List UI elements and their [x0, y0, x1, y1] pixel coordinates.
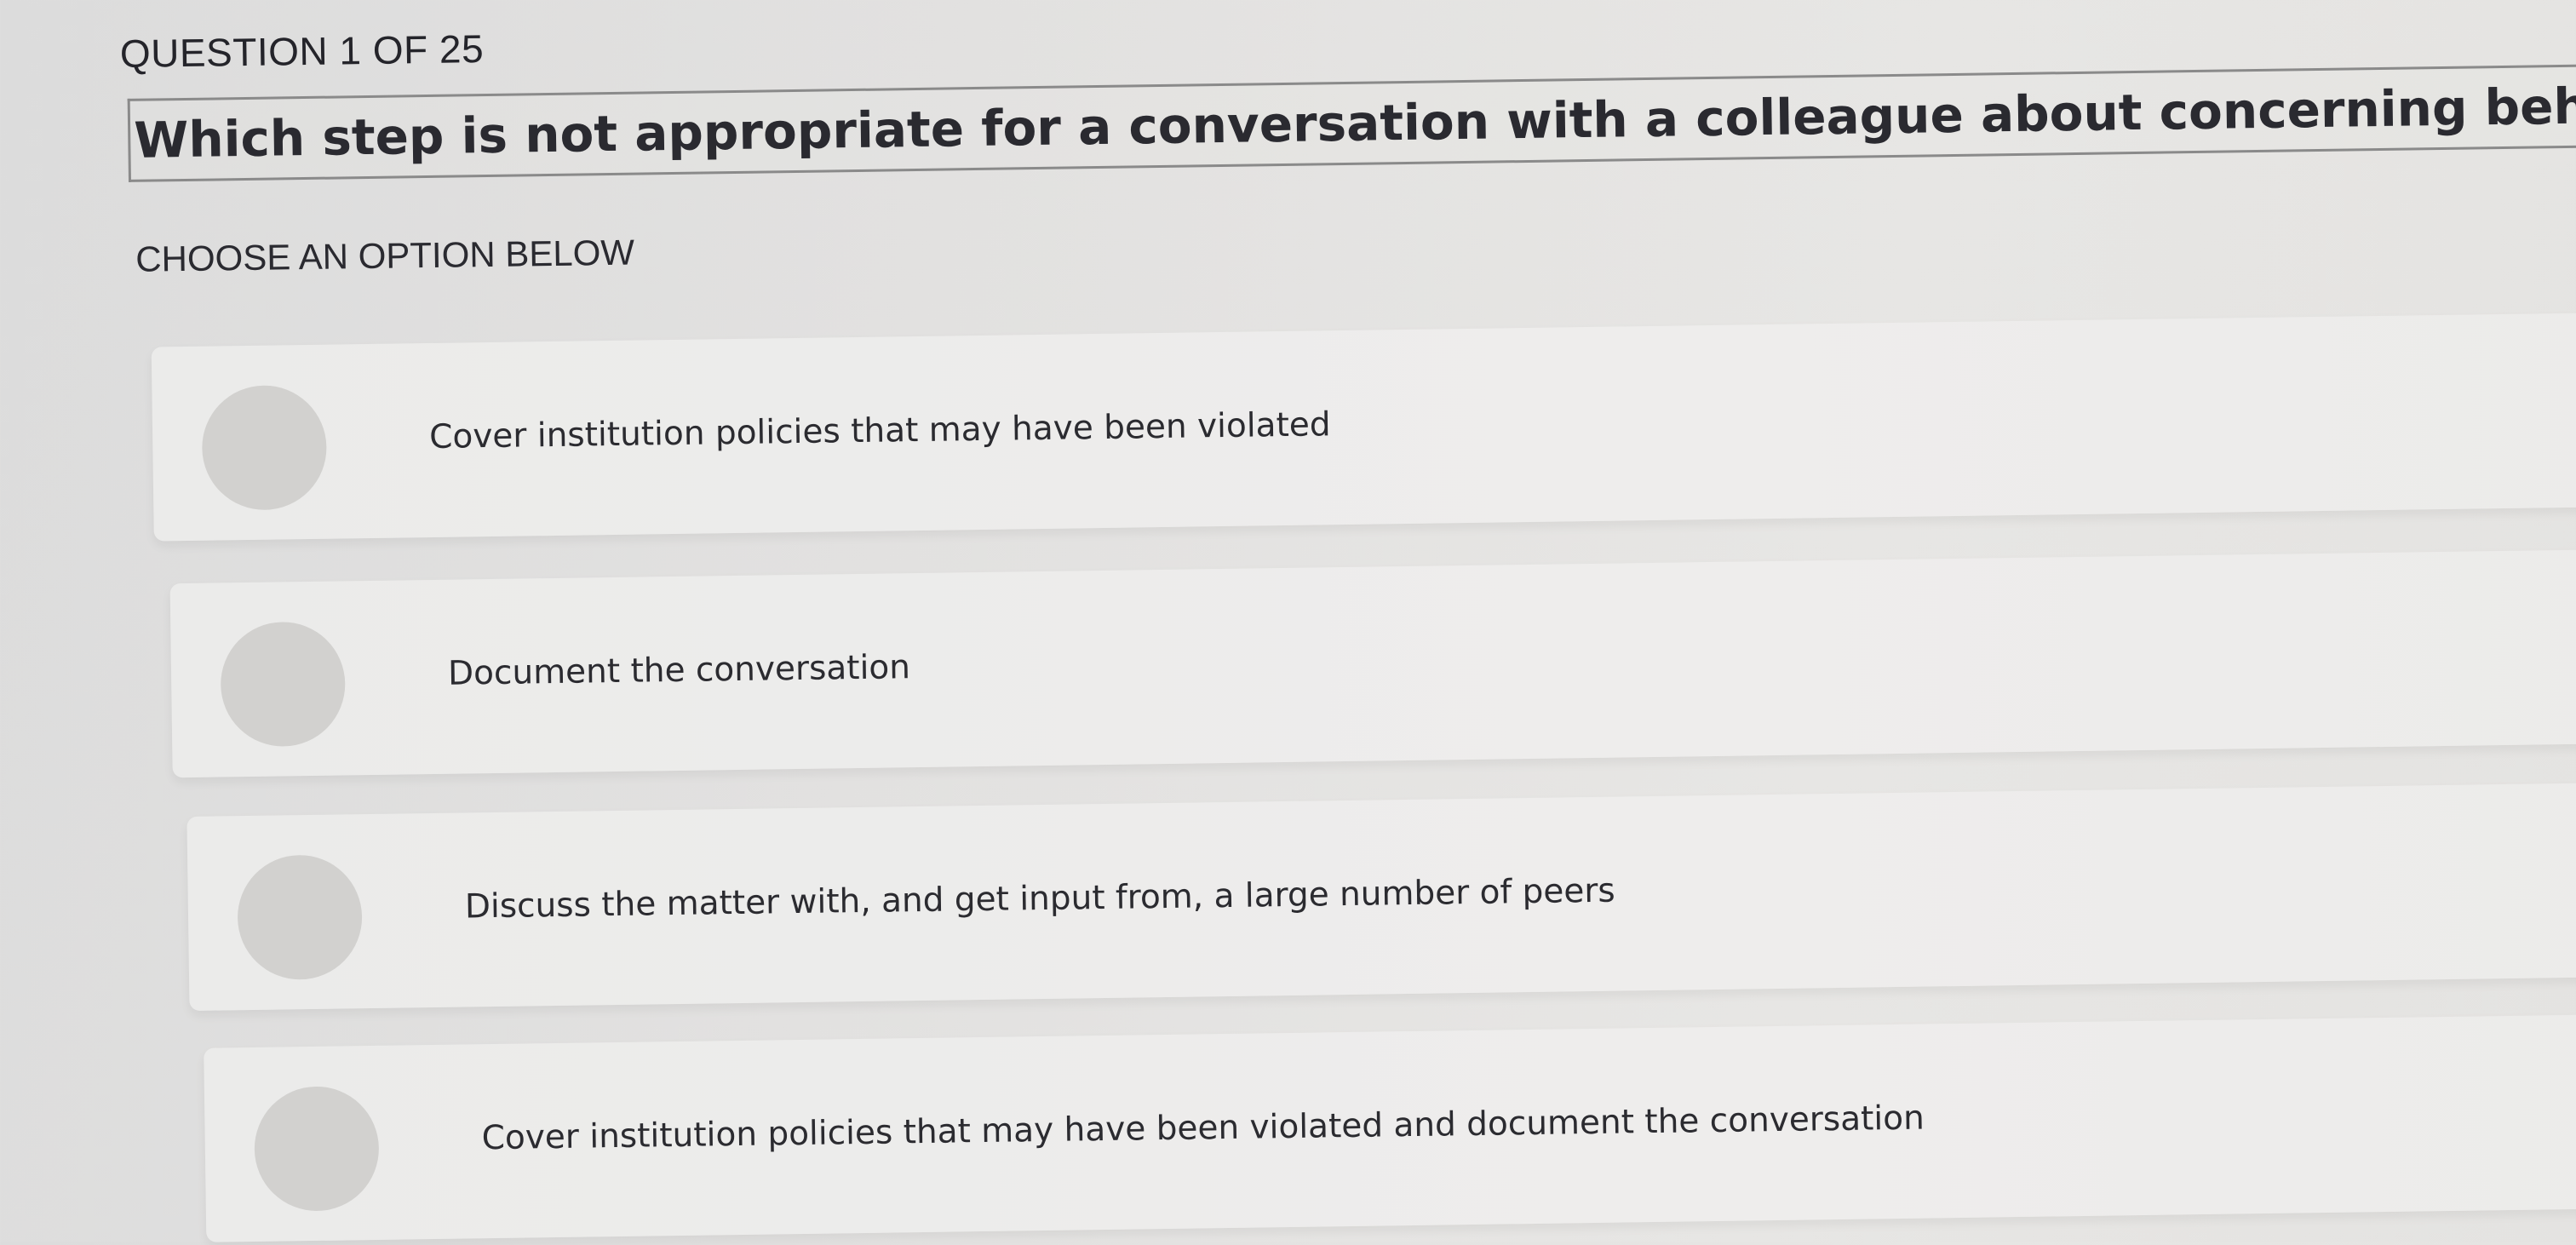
- option-label: Discuss the matter with, and get input f…: [464, 871, 1616, 927]
- quiz-page: QUESTION 1 OF 25 Which step is not appro…: [0, 0, 2576, 1242]
- option-4[interactable]: Cover institution policies that may have…: [204, 1012, 2576, 1242]
- question-text: Which step is not appropriate for a conv…: [127, 63, 2576, 182]
- option-1[interactable]: Cover institution policies that may have…: [151, 311, 2576, 542]
- radio-button[interactable]: [253, 1085, 380, 1212]
- radio-button[interactable]: [201, 384, 328, 511]
- option-2[interactable]: Document the conversation: [169, 548, 2576, 778]
- option-3[interactable]: Discuss the matter with, and get input f…: [186, 781, 2576, 1012]
- option-label: Document the conversation: [447, 648, 911, 693]
- radio-button[interactable]: [220, 621, 347, 748]
- question-counter: QUESTION 1 OF 25: [119, 26, 485, 77]
- option-label: Cover institution policies that may have…: [428, 405, 1331, 457]
- radio-button[interactable]: [237, 854, 364, 981]
- choose-option-instruction: CHOOSE AN OPTION BELOW: [135, 232, 635, 279]
- option-label: Cover institution policies that may have…: [481, 1099, 1925, 1158]
